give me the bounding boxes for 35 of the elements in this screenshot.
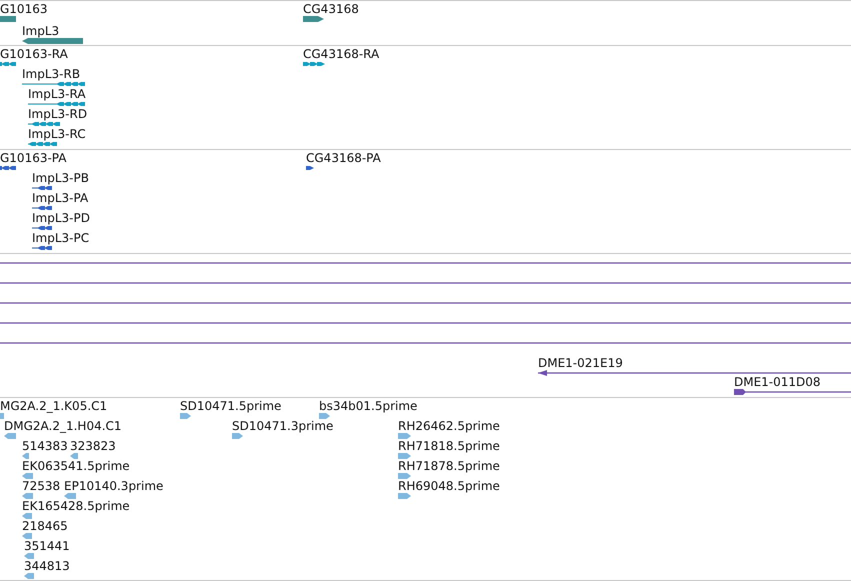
feature-label: 344813 (24, 559, 70, 573)
feature-label: ImpL3-RA (28, 87, 86, 101)
feature-label: 514383 (22, 439, 68, 453)
feature-label: DME1-011D08 (734, 375, 821, 389)
feature-label: 351441 (24, 539, 70, 553)
feature-label: DME1-021E19 (538, 356, 623, 370)
feature-label: ImpL3 (22, 24, 60, 38)
feature-label: ImpL3-RB (22, 67, 80, 81)
feature-label: EK165428.5prime (22, 499, 130, 513)
feature-label: ImpL3-PD (32, 211, 90, 225)
feature-label: bs34b01.5prime (319, 399, 418, 413)
feature-label: 218465 (22, 519, 68, 533)
feature-label: 323823 (70, 439, 116, 453)
feature-label: CG43168-PA (306, 151, 381, 165)
feature-label: RH26462.5prime (398, 419, 500, 433)
feature-label: ImpL3-PA (32, 191, 88, 205)
feature-label: ImpL3-RC (28, 127, 86, 141)
feature-label: RH71818.5prime (398, 439, 500, 453)
feature-label: RH69048.5prime (398, 479, 500, 493)
feature-label: EP10140.3prime (64, 479, 164, 493)
feature-label: 72538 (22, 479, 60, 493)
feature-label: ImpL3-RD (28, 107, 88, 121)
feature-label: G10163-PA (0, 151, 66, 165)
feature-label: SD10471.5prime (180, 399, 282, 413)
feature-label: CG43168 (303, 2, 359, 16)
feature-label: ImpL3-PB (32, 171, 89, 185)
feature-label: RH71878.5prime (398, 459, 500, 473)
feature-label: G10163 (0, 2, 48, 16)
feature-label: CG43168-RA (303, 47, 380, 61)
feature-label: EK063541.5prime (22, 459, 130, 473)
feature-label: DMG2A.2_1.H04.C1 (4, 419, 122, 433)
feature-label: G10163-RA (0, 47, 68, 61)
feature-label: ImpL3-PC (32, 231, 90, 245)
feature-label: MG2A.2_1.K05.C1 (0, 399, 108, 413)
feature-label: SD10471.3prime (232, 419, 334, 433)
